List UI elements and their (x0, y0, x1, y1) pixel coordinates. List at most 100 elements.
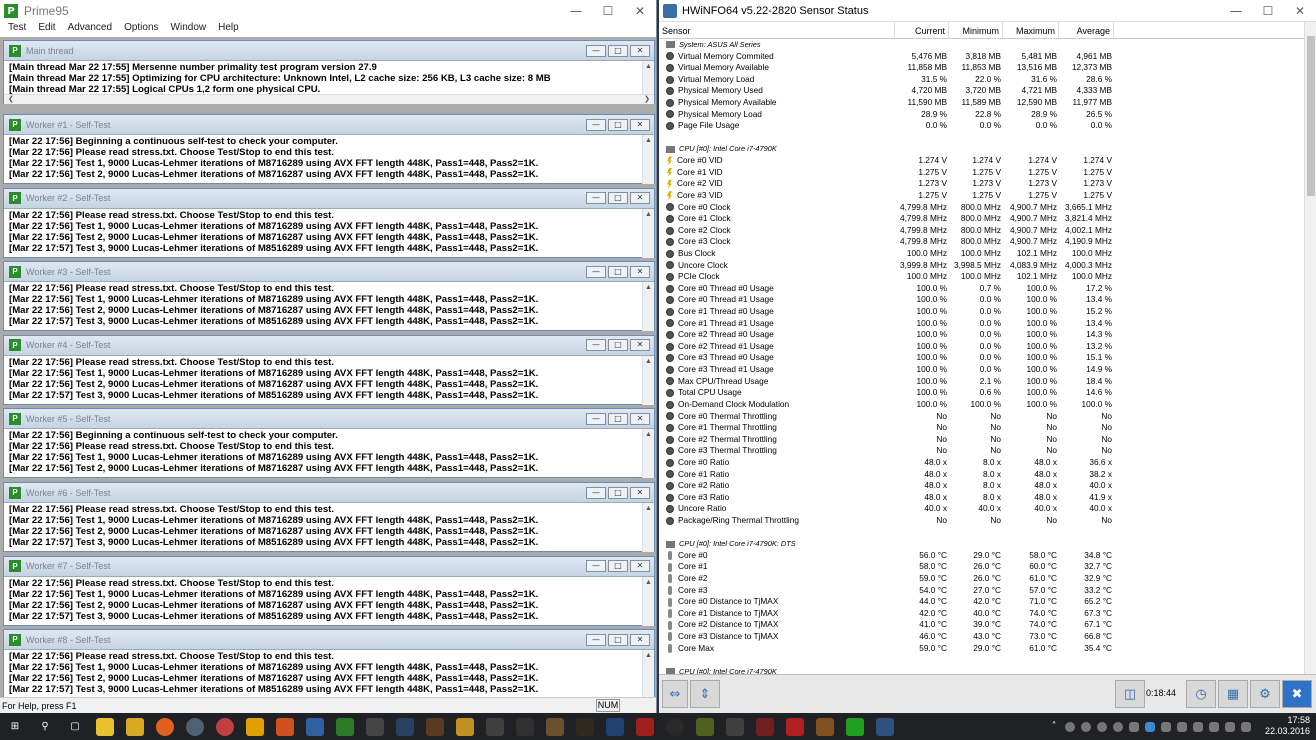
fc3-game-icon[interactable] (606, 717, 624, 736)
tray-icon[interactable] (1065, 721, 1075, 732)
worker-log[interactable]: [Mar 22 17:56] Please read stress.txt. C… (4, 282, 654, 332)
maximize-icon[interactable]: □ (608, 486, 628, 499)
sensor-row[interactable]: Core #1 58.0 °C 26.0 °C 60.0 °C 32.7 °C (659, 561, 1304, 573)
expand-collapse-icon[interactable]: ⇔ (662, 680, 688, 708)
folder-icon[interactable] (456, 717, 474, 736)
sensor-row[interactable] (659, 527, 1304, 539)
scroll-up-icon[interactable]: ▲ (643, 356, 654, 366)
chevron-up-icon[interactable]: ˄ (1049, 718, 1059, 736)
prime95-taskbar-icon[interactable] (846, 717, 864, 736)
game-icon[interactable] (786, 717, 804, 736)
close-icon[interactable]: ✕ (630, 192, 650, 205)
tray-icon[interactable] (1177, 721, 1187, 732)
worker-window[interactable]: P Worker #1 - Self-Test — □ ✕ [Mar 22 17:56] … (3, 114, 655, 184)
hwinfo-titlebar[interactable]: HWiNFO64 v5.22-2820 Sensor Status — ☐ ✕ (659, 0, 1316, 22)
worker-window[interactable]: P Worker #5 - Self-Test — □ ✕ [Mar 22 17:56] … (3, 408, 655, 479)
tray-icon[interactable] (1129, 721, 1139, 732)
minimize-icon[interactable]: — (560, 4, 592, 18)
sensor-row[interactable]: Core #3 Ratio 48.0 x 8.0 x 48.0 x 41.9 x (659, 492, 1304, 504)
sensor-row[interactable]: Core #3 Distance to TjMAX 46.0 °C 43.0 °C 7… (659, 631, 1304, 643)
sensor-row[interactable]: Virtual Memory Commited 5,476 MB 3,818 MB 5… (659, 51, 1304, 63)
vertical-scrollbar[interactable]: ▲ (642, 576, 654, 626)
sensor-row[interactable]: Core #2 Thread #0 Usage 100.0 % 0.0 % 100.0… (659, 329, 1304, 341)
vertical-scrollbar[interactable]: ▲ (642, 282, 654, 332)
sensor-row[interactable]: Max CPU/Thread Usage 100.0 % 2.1 % 100.0 % 1… (659, 376, 1304, 388)
sensor-row[interactable]: Core #0 Ratio 48.0 x 8.0 x 48.0 x 36.6 x (659, 457, 1304, 469)
sensor-row[interactable]: Uncore Ratio 40.0 x 40.0 x 40.0 x 40.0 x (659, 503, 1304, 515)
lightbulb-icon[interactable] (96, 717, 114, 736)
tray-icon[interactable] (1097, 721, 1107, 732)
scroll-left-icon[interactable]: ❮ (8, 95, 14, 104)
game-icon[interactable] (816, 717, 834, 736)
menu-advanced[interactable]: Advanced (62, 22, 118, 37)
sensor-row[interactable]: Total CPU Usage 100.0 % 0.6 % 100.0 % 14.6 % (659, 387, 1304, 399)
worker-window[interactable]: P Worker #3 - Self-Test — □ ✕ [Mar 22 17:56] … (3, 261, 655, 332)
sensor-group-row[interactable]: CPU [#0]: Intel Core i7-4790K: DTS (659, 538, 1304, 550)
column-sensor[interactable]: Sensor (659, 22, 895, 38)
vertical-scrollbar[interactable] (1304, 22, 1316, 674)
sensor-row[interactable]: Core #2 Distance to TjMAX 41.0 °C 39.0 °C 7… (659, 619, 1304, 631)
vertical-scrollbar[interactable]: ▲ (642, 355, 654, 405)
minimize-icon[interactable]: — (1220, 4, 1252, 18)
sensor-row[interactable]: On-Demand Clock Modulation 100.0 % 100.0 %… (659, 399, 1304, 411)
close-icon[interactable]: ✕ (630, 633, 650, 646)
sensor-row[interactable]: Core #1 Thread #0 Usage 100.0 % 0.0 % 100.0… (659, 306, 1304, 318)
taskbar-clock[interactable]: 17:58 22.03.2016 (1265, 715, 1310, 737)
main-thread-log[interactable]: [Main thread Mar 22 17:55] Mersenne numb… (4, 61, 654, 94)
settings-gear-icon[interactable]: ⚙ (1250, 680, 1280, 708)
sensor-row[interactable]: Core #2 Clock 4,799.8 MHz 800.0 MHz 4,900.7… (659, 225, 1304, 237)
minimize-icon[interactable]: — (586, 118, 606, 131)
scroll-up-icon[interactable]: ▲ (643, 503, 654, 513)
close-icon[interactable]: ✕ (1284, 4, 1316, 18)
sensor-row[interactable]: Physical Memory Load 28.9 % 22.8 % 28.9 % 26… (659, 109, 1304, 121)
sensor-row[interactable]: Package/Ring Thermal Throttling No No No No (659, 515, 1304, 527)
maximize-icon[interactable]: □ (608, 633, 628, 646)
horizontal-scrollbar[interactable]: ❮ ❯ (4, 94, 654, 104)
sensor-row[interactable]: Core #2 Ratio 48.0 x 8.0 x 48.0 x 40.0 x (659, 480, 1304, 492)
sensor-row[interactable]: Core #0 Clock 4,799.8 MHz 800.0 MHz 4,900.7… (659, 202, 1304, 214)
close-icon[interactable]: ✕ (624, 4, 656, 18)
maximize-icon[interactable]: □ (608, 118, 628, 131)
firefox-icon[interactable] (156, 717, 174, 736)
sensor-row[interactable]: Core #1 VID 1.275 V 1.275 V 1.275 V 1.275 V (659, 167, 1304, 179)
minimize-icon[interactable]: — (586, 265, 606, 278)
sensor-row[interactable]: Core Max 59.0 °C 29.0 °C 61.0 °C 35.4 °C (659, 643, 1304, 655)
minimize-icon[interactable]: — (586, 412, 606, 425)
maximize-icon[interactable]: □ (608, 192, 628, 205)
sensor-row[interactable]: Virtual Memory Available 11,858 MB 11,853 … (659, 62, 1304, 74)
media-player-icon[interactable] (216, 717, 234, 736)
worker-log[interactable]: [Mar 22 17:56] Beginning a continuous se… (4, 429, 654, 479)
collapse-all-icon[interactable]: ⇕ (690, 680, 720, 708)
close-icon[interactable]: ✕ (630, 339, 650, 352)
sensor-row[interactable]: PCIe Clock 100.0 MHz 100.0 MHz 102.1 MHz 100… (659, 271, 1304, 283)
worker-titlebar[interactable]: P Worker #7 - Self-Test — □ ✕ (4, 556, 654, 577)
tray-icon[interactable] (1081, 721, 1091, 732)
worker-titlebar[interactable]: P Worker #3 - Self-Test — □ ✕ (4, 262, 654, 283)
sensor-row[interactable]: Core #3 Thread #1 Usage 100.0 % 0.0 % 100.0… (659, 364, 1304, 376)
sensor-table-body[interactable]: System: ASUS All Series Virtual Memory Co… (659, 39, 1304, 674)
minimize-icon[interactable]: — (586, 192, 606, 205)
network-icon[interactable] (1209, 721, 1219, 732)
sensor-row[interactable]: Bus Clock 100.0 MHz 100.0 MHz 102.1 MHz 100.… (659, 248, 1304, 260)
maximize-icon[interactable]: □ (608, 412, 628, 425)
sensor-row[interactable]: Core #1 Ratio 48.0 x 8.0 x 48.0 x 38.2 x (659, 469, 1304, 481)
menu-test[interactable]: Test (2, 22, 32, 37)
sensor-row[interactable]: Core #3 Clock 4,799.8 MHz 800.0 MHz 4,900.7… (659, 236, 1304, 248)
game-icon[interactable] (516, 717, 534, 736)
scrollbar-thumb[interactable] (1307, 36, 1315, 196)
tray-icon[interactable] (1161, 721, 1171, 732)
main-thread-window[interactable]: P Main thread — □ ✕ [Main thread Mar 22 17… (3, 40, 655, 104)
scroll-up-icon[interactable]: ▲ (643, 209, 654, 219)
close-icon[interactable]: ✕ (630, 265, 650, 278)
worker-window[interactable]: P Worker #8 - Self-Test — □ ✕ [Mar 22 17:56] … (3, 629, 655, 700)
hwinfo-taskbar-icon[interactable] (876, 717, 894, 736)
close-icon[interactable]: ✖ (1282, 680, 1312, 708)
close-icon[interactable]: ✕ (630, 486, 650, 499)
minimize-icon[interactable]: — (586, 560, 606, 573)
vertical-scrollbar[interactable]: ▲ (642, 650, 654, 700)
sensor-row[interactable]: Core #2 VID 1.273 V 1.273 V 1.273 V 1.273 V (659, 178, 1304, 190)
sensor-row[interactable]: Core #0 Thermal Throttling No No No No (659, 411, 1304, 423)
worker-titlebar[interactable]: P Worker #4 - Self-Test — □ ✕ (4, 335, 654, 356)
game-icon[interactable] (486, 717, 504, 736)
scroll-up-icon[interactable]: ▲ (643, 650, 654, 660)
